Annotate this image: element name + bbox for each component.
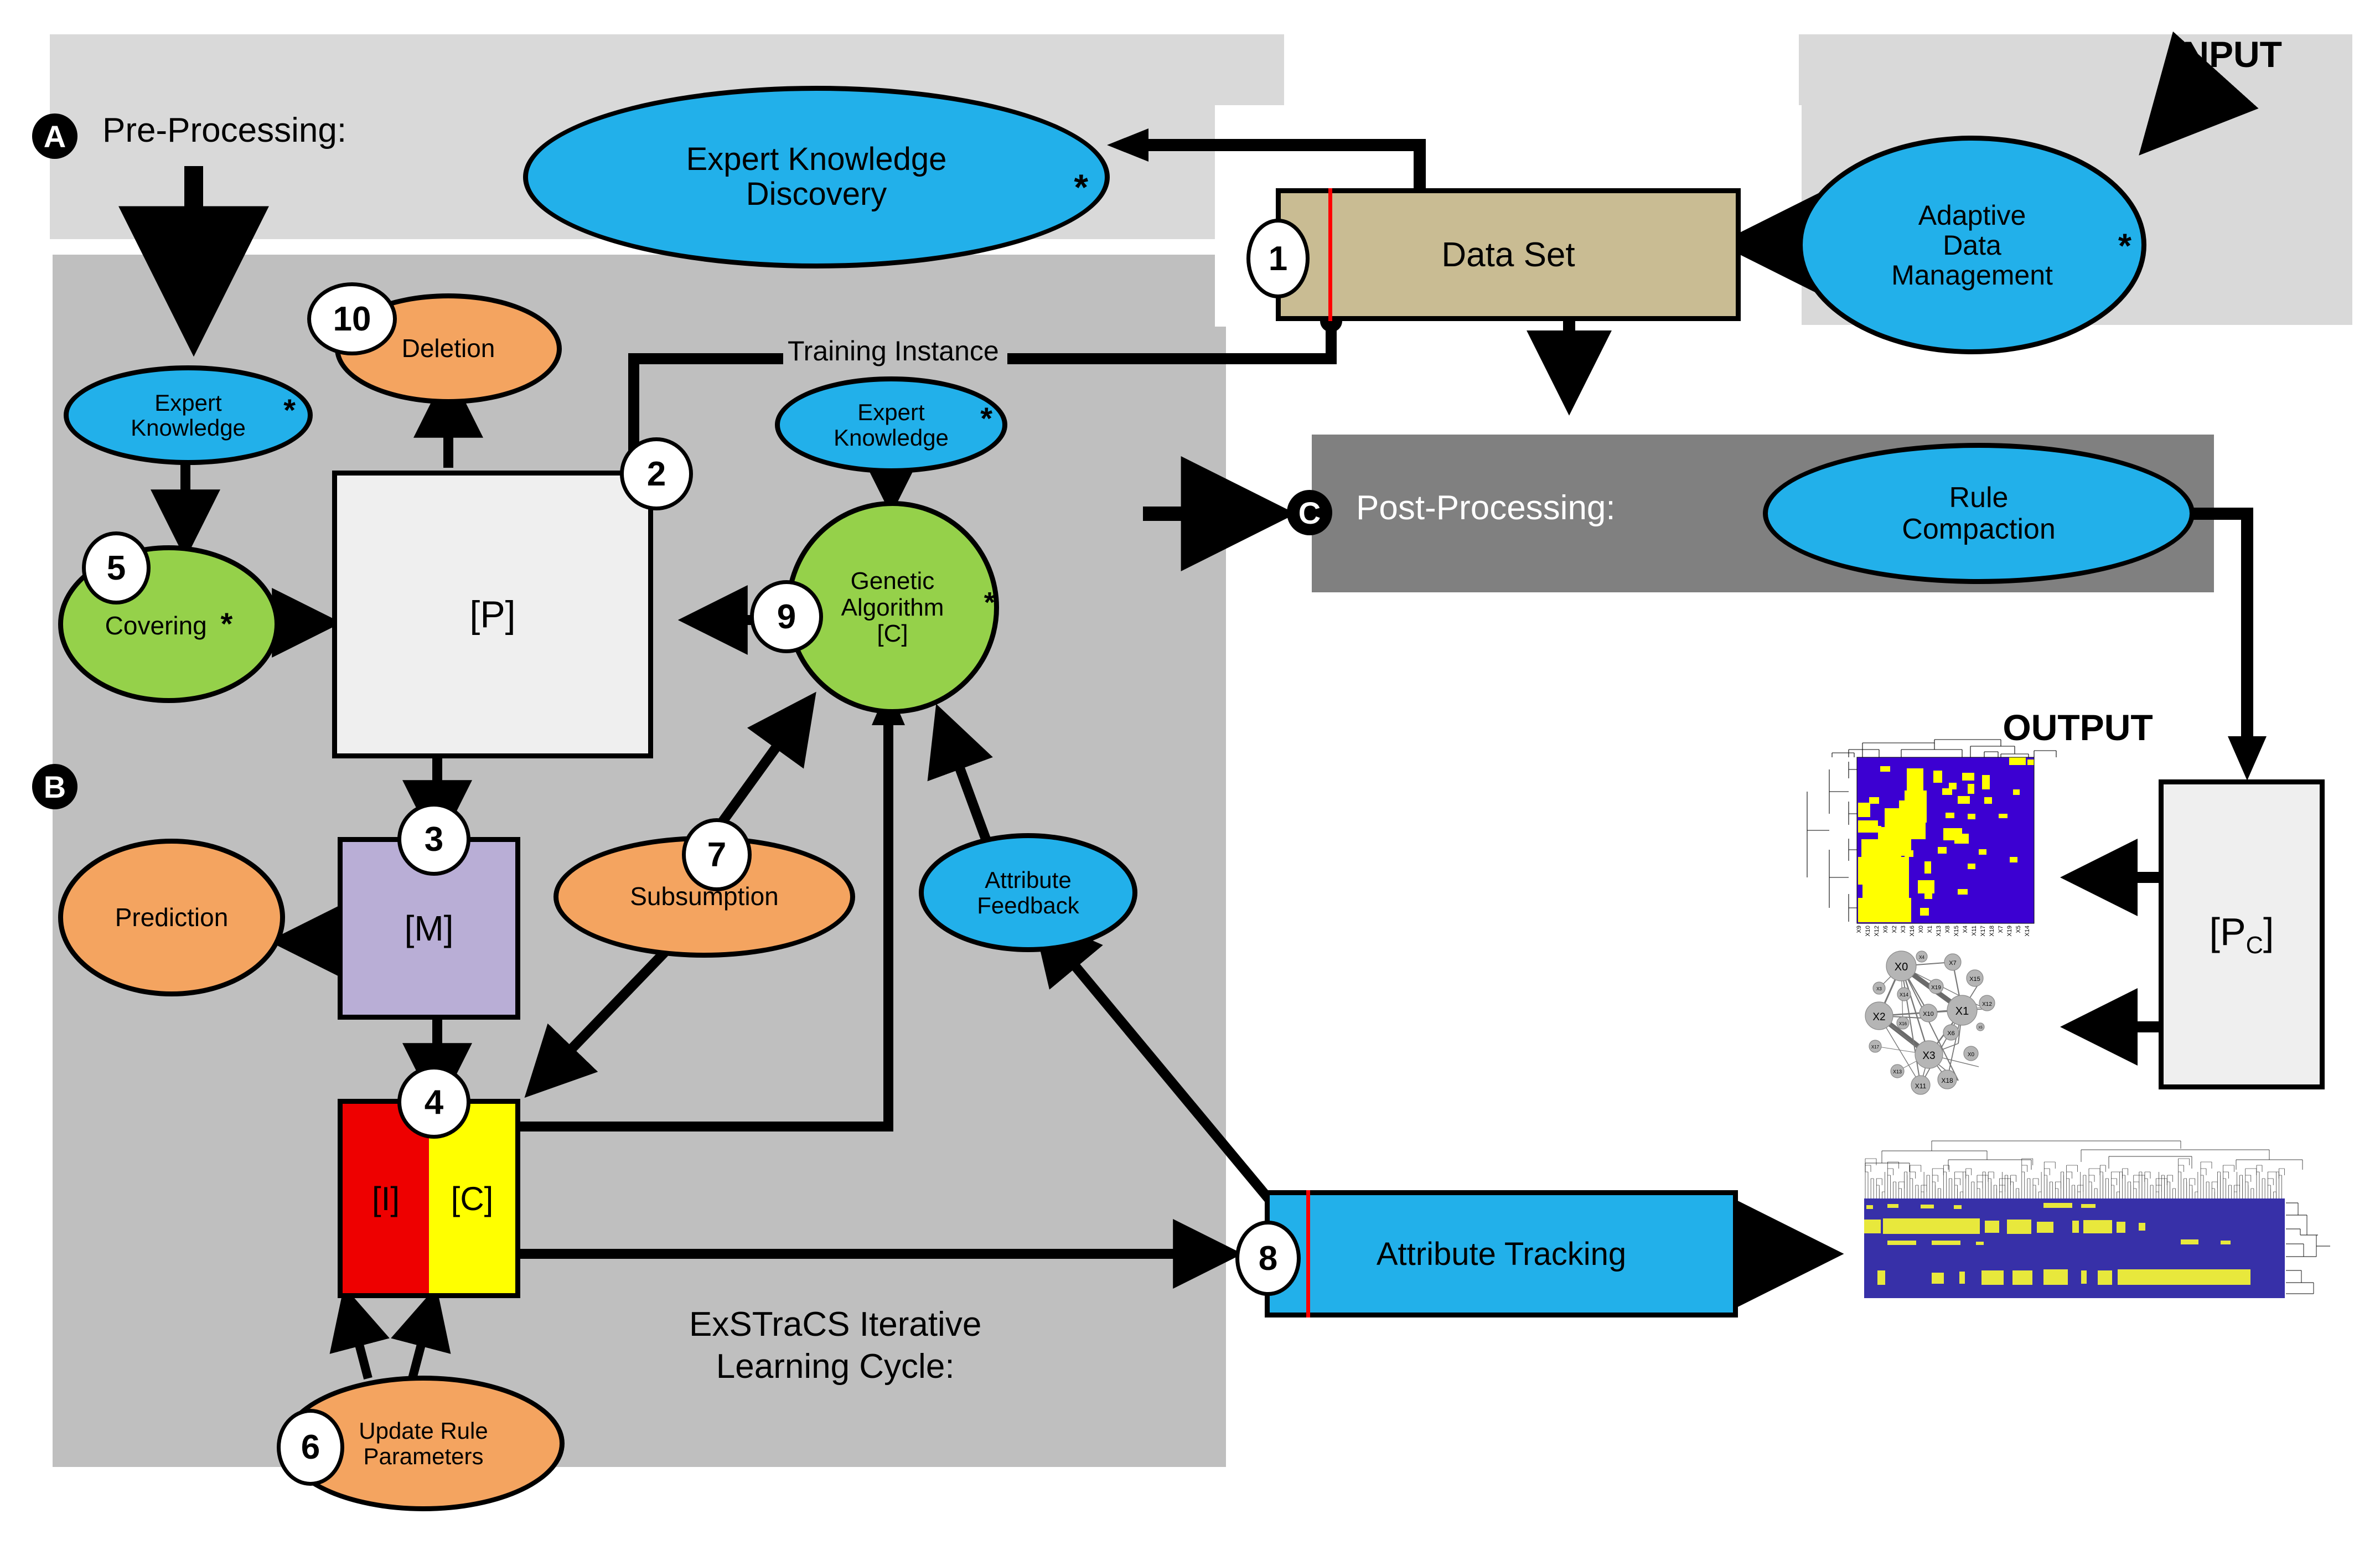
genetic-algorithm-label: Genetic Algorithm [C] [841,567,944,648]
step-badge-3: 3 [397,803,470,876]
step-badge-6: 6 [277,1409,344,1486]
data-set-red-divider [1328,188,1332,321]
svg-text:X3: X3 [1900,926,1907,933]
section-badge-b: B [32,764,77,809]
svg-text:X11: X11 [1971,926,1978,936]
expert-knowledge-left-node[interactable]: Expert Knowledge * [64,365,313,465]
step-badge-4: 4 [397,1066,470,1139]
svg-text:X19: X19 [1931,985,1941,991]
covering-label: Covering [105,611,207,640]
step-badge-1: 1 [1246,219,1310,298]
input-label: INPUT [2172,34,2282,75]
training-instance-label: Training Instance [783,335,1003,367]
attribute-tracking-node[interactable]: Attribute Tracking [1265,1190,1738,1318]
rule-attribute-heatmap-chart: X9 X10 X12 X6 X2 X3 X16 X0 X1 X13 X8 X15… [1807,739,2057,937]
svg-text:X17: X17 [1871,1045,1880,1050]
step-badge-9: 9 [750,580,823,653]
attribute-tracking-label: Attribute Tracking [1376,1236,1627,1272]
svg-text:X6: X6 [1947,1030,1954,1037]
adaptive-data-management-star: * [2118,227,2131,266]
svg-text:X11: X11 [1915,1082,1927,1090]
step-badge-2: 2 [620,437,693,510]
attribute-network-chart: X0 X1 X2 X3 X4 X5 X6 X7 X3 X0 X10 X11 X1… [1865,950,1995,1095]
svg-text:X10: X10 [1865,926,1871,937]
learning-cycle-label: ExSTraCS Iterative Learning Cycle: [689,1305,982,1386]
expert-knowledge-discovery-label: Expert Knowledge Discovery [686,141,947,212]
svg-text:X13: X13 [1893,1069,1902,1074]
svg-text:X12: X12 [1874,926,1880,937]
data-set-label: Data Set [1441,235,1575,274]
correct-set-label: [C] [451,1180,494,1217]
covering-star: * [220,606,233,642]
attribute-feedback-node[interactable]: Attribute Feedback [919,833,1137,952]
svg-text:X1: X1 [1955,1005,1969,1017]
prediction-node[interactable]: Prediction [58,839,285,996]
svg-text:X9: X9 [1856,926,1862,933]
expert-knowledge-ga-star: * [980,401,992,436]
step-badge-8: 8 [1235,1221,1301,1296]
expert-knowledge-discovery-node[interactable]: Expert Knowledge Discovery * [523,86,1110,268]
svg-text:X15: X15 [1969,976,1980,983]
genetic-algorithm-star: * [984,586,995,619]
compacted-population-node[interactable]: [PC] [2159,779,2325,1089]
section-badge-a: A [32,113,77,159]
population-node[interactable]: [P] [332,471,653,758]
svg-text:X7: X7 [1998,926,2004,933]
step-badge-5: 5 [82,531,151,604]
expert-knowledge-left-label: Expert Knowledge [131,389,246,441]
svg-text:X2: X2 [1872,1011,1885,1023]
match-set-label: [M] [404,908,454,948]
attribute-tracking-red-divider [1306,1190,1310,1318]
expert-knowledge-ga-label: Expert Knowledge [834,399,949,451]
svg-text:X5: X5 [2015,926,2022,933]
svg-text:X12: X12 [1982,1001,1992,1008]
svg-text:X16: X16 [1899,1021,1907,1026]
svg-text:X2: X2 [1891,926,1898,933]
expert-knowledge-discovery-star: * [1074,167,1088,208]
svg-text:X4: X4 [1962,926,1969,933]
svg-text:X0: X0 [1895,961,1908,973]
svg-text:X8: X8 [1944,926,1951,933]
svg-text:X7: X7 [1949,960,1956,967]
svg-text:X4: X4 [1919,955,1924,960]
svg-text:X17: X17 [1980,926,1986,937]
population-label: [P] [469,593,516,636]
pre-processing-label: Pre-Processing: [102,111,347,149]
adaptive-data-management-node[interactable]: Adaptive Data Management * [1798,136,2146,354]
incorrect-set-label: [I] [371,1180,400,1217]
compacted-population-label: [PC] [2209,910,2274,959]
data-set-node[interactable]: Data Set [1276,188,1741,321]
expert-knowledge-ga-node[interactable]: Expert Knowledge * [775,376,1007,473]
svg-text:X5: X5 [1978,1026,1983,1030]
svg-text:X14: X14 [2024,926,2031,937]
svg-text:X0: X0 [1918,926,1924,933]
svg-text:X10: X10 [1923,1011,1934,1017]
svg-text:X16: X16 [1909,926,1916,937]
diagram-canvas: A Pre-Processing: Expert Knowledge Disco… [0,0,2380,1550]
svg-text:X14: X14 [1900,992,1908,998]
step-badge-10: 10 [307,282,397,355]
rule-compaction-node[interactable]: Rule Compaction [1763,443,2195,584]
svg-text:X3: X3 [1876,986,1882,991]
svg-text:X3: X3 [1922,1050,1935,1062]
expert-knowledge-left-star: * [283,392,296,427]
svg-text:X6: X6 [1882,926,1889,933]
svg-text:X19: X19 [2006,926,2013,937]
post-processing-label: Post-Processing: [1356,489,1616,527]
prediction-label: Prediction [115,902,229,932]
svg-text:X13: X13 [1936,926,1942,937]
svg-text:X0: X0 [1968,1052,1975,1058]
adaptive-data-management-label: Adaptive Data Management [1891,199,2053,291]
section-badge-c: C [1287,490,1332,535]
update-rule-parameters-label: Update Rule Parameters [359,1418,488,1469]
rule-compaction-label: Rule Compaction [1902,482,2056,545]
svg-text:X15: X15 [1953,926,1960,937]
deletion-label: Deletion [401,334,495,363]
svg-text:X18: X18 [1941,1077,1953,1084]
attribute-feedback-label: Attribute Feedback [977,867,1079,918]
svg-text:X1: X1 [1927,926,1933,933]
step-badge-7: 7 [682,818,752,891]
attribute-tracking-heatmap-chart [1864,1140,2330,1298]
svg-text:X18: X18 [1989,926,1995,937]
